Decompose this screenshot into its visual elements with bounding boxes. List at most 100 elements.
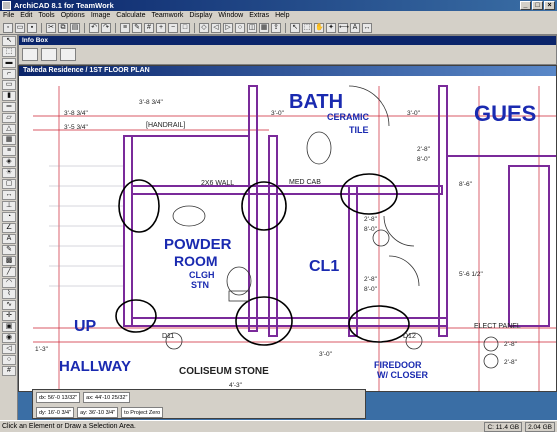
status-bar: Click an Element or Draw a Selection Are… — [0, 420, 557, 432]
marquee-tool-icon[interactable]: ⬚ — [2, 47, 16, 57]
dim-text: 4'-3" — [229, 382, 243, 389]
menu-edit[interactable]: Edit — [20, 11, 32, 21]
dim-text: 2'-8" — [364, 276, 378, 283]
level-tool-icon[interactable]: ⊥ — [2, 201, 16, 211]
dimension-tool-icon[interactable]: ↔ — [2, 190, 16, 200]
disk-indicator: 2.04 GB — [525, 422, 555, 432]
label-firedoor: FIREDOOR — [374, 360, 422, 370]
dimension-icon[interactable]: ↔ — [362, 22, 372, 33]
pen-icon[interactable]: ✎ — [132, 22, 142, 33]
lamp-tool-icon[interactable]: ☀ — [2, 168, 16, 178]
floor-plan-title: Takeda Residence / 1ST FLOOR PLAN — [19, 66, 556, 76]
3d-icon[interactable]: ◇ — [199, 22, 209, 33]
label-closer: W/ CLOSER — [377, 370, 428, 380]
menu-window[interactable]: Window — [218, 11, 243, 21]
ay-field[interactable]: ay: 36'-10 3/4" — [77, 407, 119, 418]
menu-options[interactable]: Options — [61, 11, 85, 21]
zone-tool-icon[interactable]: ▢ — [2, 179, 16, 189]
wall-tool-icon[interactable]: ▬ — [2, 58, 16, 68]
label-up: UP — [74, 318, 97, 335]
menu-image[interactable]: Image — [91, 11, 110, 21]
object-tool-icon[interactable]: ◈ — [2, 157, 16, 167]
new-icon[interactable]: ▫ — [3, 22, 13, 33]
dim-text: 5'-6 1/2" — [459, 271, 483, 278]
grid-tool-icon[interactable]: # — [2, 366, 16, 376]
camera-tool-icon[interactable]: ◉ — [2, 333, 16, 343]
fit-icon[interactable]: □ — [180, 22, 190, 33]
polyline-tool-icon[interactable]: ⌇ — [2, 289, 16, 299]
arc-tool-icon[interactable]: ◠ — [2, 278, 16, 288]
floor-plan-drawing[interactable]: BATH CERAMIC TILE GUES POWDER ROOM CLGH … — [19, 76, 556, 391]
menu-teamwork[interactable]: Teamwork — [151, 11, 183, 21]
marquee-icon[interactable]: ⬚ — [302, 22, 312, 33]
dy-field[interactable]: dy: 16'-0 3/4" — [36, 407, 75, 418]
dim-text: 8'-0" — [364, 286, 378, 293]
label-powder: POWDER — [164, 236, 232, 253]
memory-indicator: C: 11.4 GB — [484, 422, 523, 432]
cut-icon[interactable]: ✂ — [46, 22, 56, 33]
elevation-icon[interactable]: ▷ — [223, 22, 233, 33]
radial-dim-tool-icon[interactable]: ◔ — [2, 212, 16, 222]
worksheet-icon[interactable]: ◫ — [247, 22, 257, 33]
detail-icon[interactable]: ○ — [235, 22, 245, 33]
menu-tools[interactable]: Tools — [38, 11, 54, 21]
app-titlebar: ArchiCAD 8.1 for TeamWork _ □ × — [0, 0, 557, 11]
roof-tool-icon[interactable]: △ — [2, 124, 16, 134]
menu-extras[interactable]: Extras — [249, 11, 269, 21]
spline-tool-icon[interactable]: ∿ — [2, 300, 16, 310]
detail-tool-icon[interactable]: ○ — [2, 355, 16, 365]
column-tool-icon[interactable]: ▮ — [2, 91, 16, 101]
door-tool-icon[interactable]: ⌐ — [2, 69, 16, 79]
paste-icon[interactable]: ▤ — [70, 22, 80, 33]
menu-calculate[interactable]: Calculate — [116, 11, 145, 21]
section-tool-icon[interactable]: ◁ — [2, 344, 16, 354]
fill-tool-icon[interactable]: ▩ — [2, 256, 16, 266]
section-icon[interactable]: ◁ — [211, 22, 221, 33]
maximize-button[interactable]: □ — [532, 1, 543, 10]
angle-dim-tool-icon[interactable]: ∠ — [2, 223, 16, 233]
grid-icon[interactable]: # — [144, 22, 154, 33]
ax-field[interactable]: ax: 44'-10 25/32" — [83, 392, 131, 403]
menu-display[interactable]: Display — [189, 11, 212, 21]
undo-icon[interactable]: ↶ — [89, 22, 99, 33]
minimize-button[interactable]: _ — [520, 1, 531, 10]
zoom-in-icon[interactable]: + — [156, 22, 166, 33]
stair-tool-icon[interactable]: ≡ — [2, 146, 16, 156]
publish-icon[interactable]: ⇪ — [271, 22, 281, 33]
figure-tool-icon[interactable]: ▣ — [2, 322, 16, 332]
magic-wand-icon[interactable]: ✦ — [326, 22, 336, 33]
beam-tool-icon[interactable]: ═ — [2, 102, 16, 112]
menu-file[interactable]: File — [3, 11, 14, 21]
info-box-pointer-icon[interactable] — [60, 48, 76, 61]
line-tool-icon[interactable]: ╱ — [2, 267, 16, 277]
window-tool-icon[interactable]: ▭ — [2, 80, 16, 90]
mesh-tool-icon[interactable]: ▦ — [2, 135, 16, 145]
arrow-tool-icon[interactable]: ↖ — [2, 36, 16, 46]
dim-text: 3'-8 3/4" — [64, 110, 88, 117]
menu-bar: File Edit Tools Options Image Calculate … — [0, 11, 557, 21]
close-button[interactable]: × — [544, 1, 555, 10]
label-tool-icon[interactable]: ✎ — [2, 245, 16, 255]
info-box-geometry-icon[interactable] — [41, 48, 57, 61]
ruler-icon[interactable]: ⟷ — [338, 22, 349, 33]
zoom-out-icon[interactable]: − — [168, 22, 178, 33]
copy-icon[interactable]: ⧉ — [58, 22, 68, 33]
info-box: Info Box — [18, 35, 557, 65]
slab-tool-icon[interactable]: ▱ — [2, 113, 16, 123]
coordinate-row-top: dx: 56'-0 13/32" ax: 44'-10 25/32" — [33, 390, 365, 405]
hand-icon[interactable]: ✋ — [314, 22, 324, 33]
save-icon[interactable]: ▪ — [27, 22, 37, 33]
info-box-method-icon[interactable] — [22, 48, 38, 61]
project-zero-field[interactable]: to Project Zero — [121, 407, 164, 418]
menu-help[interactable]: Help — [275, 11, 289, 21]
dim-text: 3'-8 3/4" — [139, 99, 163, 106]
pointer-icon[interactable]: ↖ — [290, 22, 300, 33]
layers-icon[interactable]: ≡ — [120, 22, 130, 33]
text-icon[interactable]: A — [350, 22, 360, 33]
hotspot-tool-icon[interactable]: ✛ — [2, 311, 16, 321]
redo-icon[interactable]: ↷ — [101, 22, 111, 33]
open-icon[interactable]: ▭ — [15, 22, 25, 33]
text-tool-icon[interactable]: A — [2, 234, 16, 244]
dx-field[interactable]: dx: 56'-0 13/32" — [36, 392, 81, 403]
layout-icon[interactable]: ▦ — [259, 22, 269, 33]
